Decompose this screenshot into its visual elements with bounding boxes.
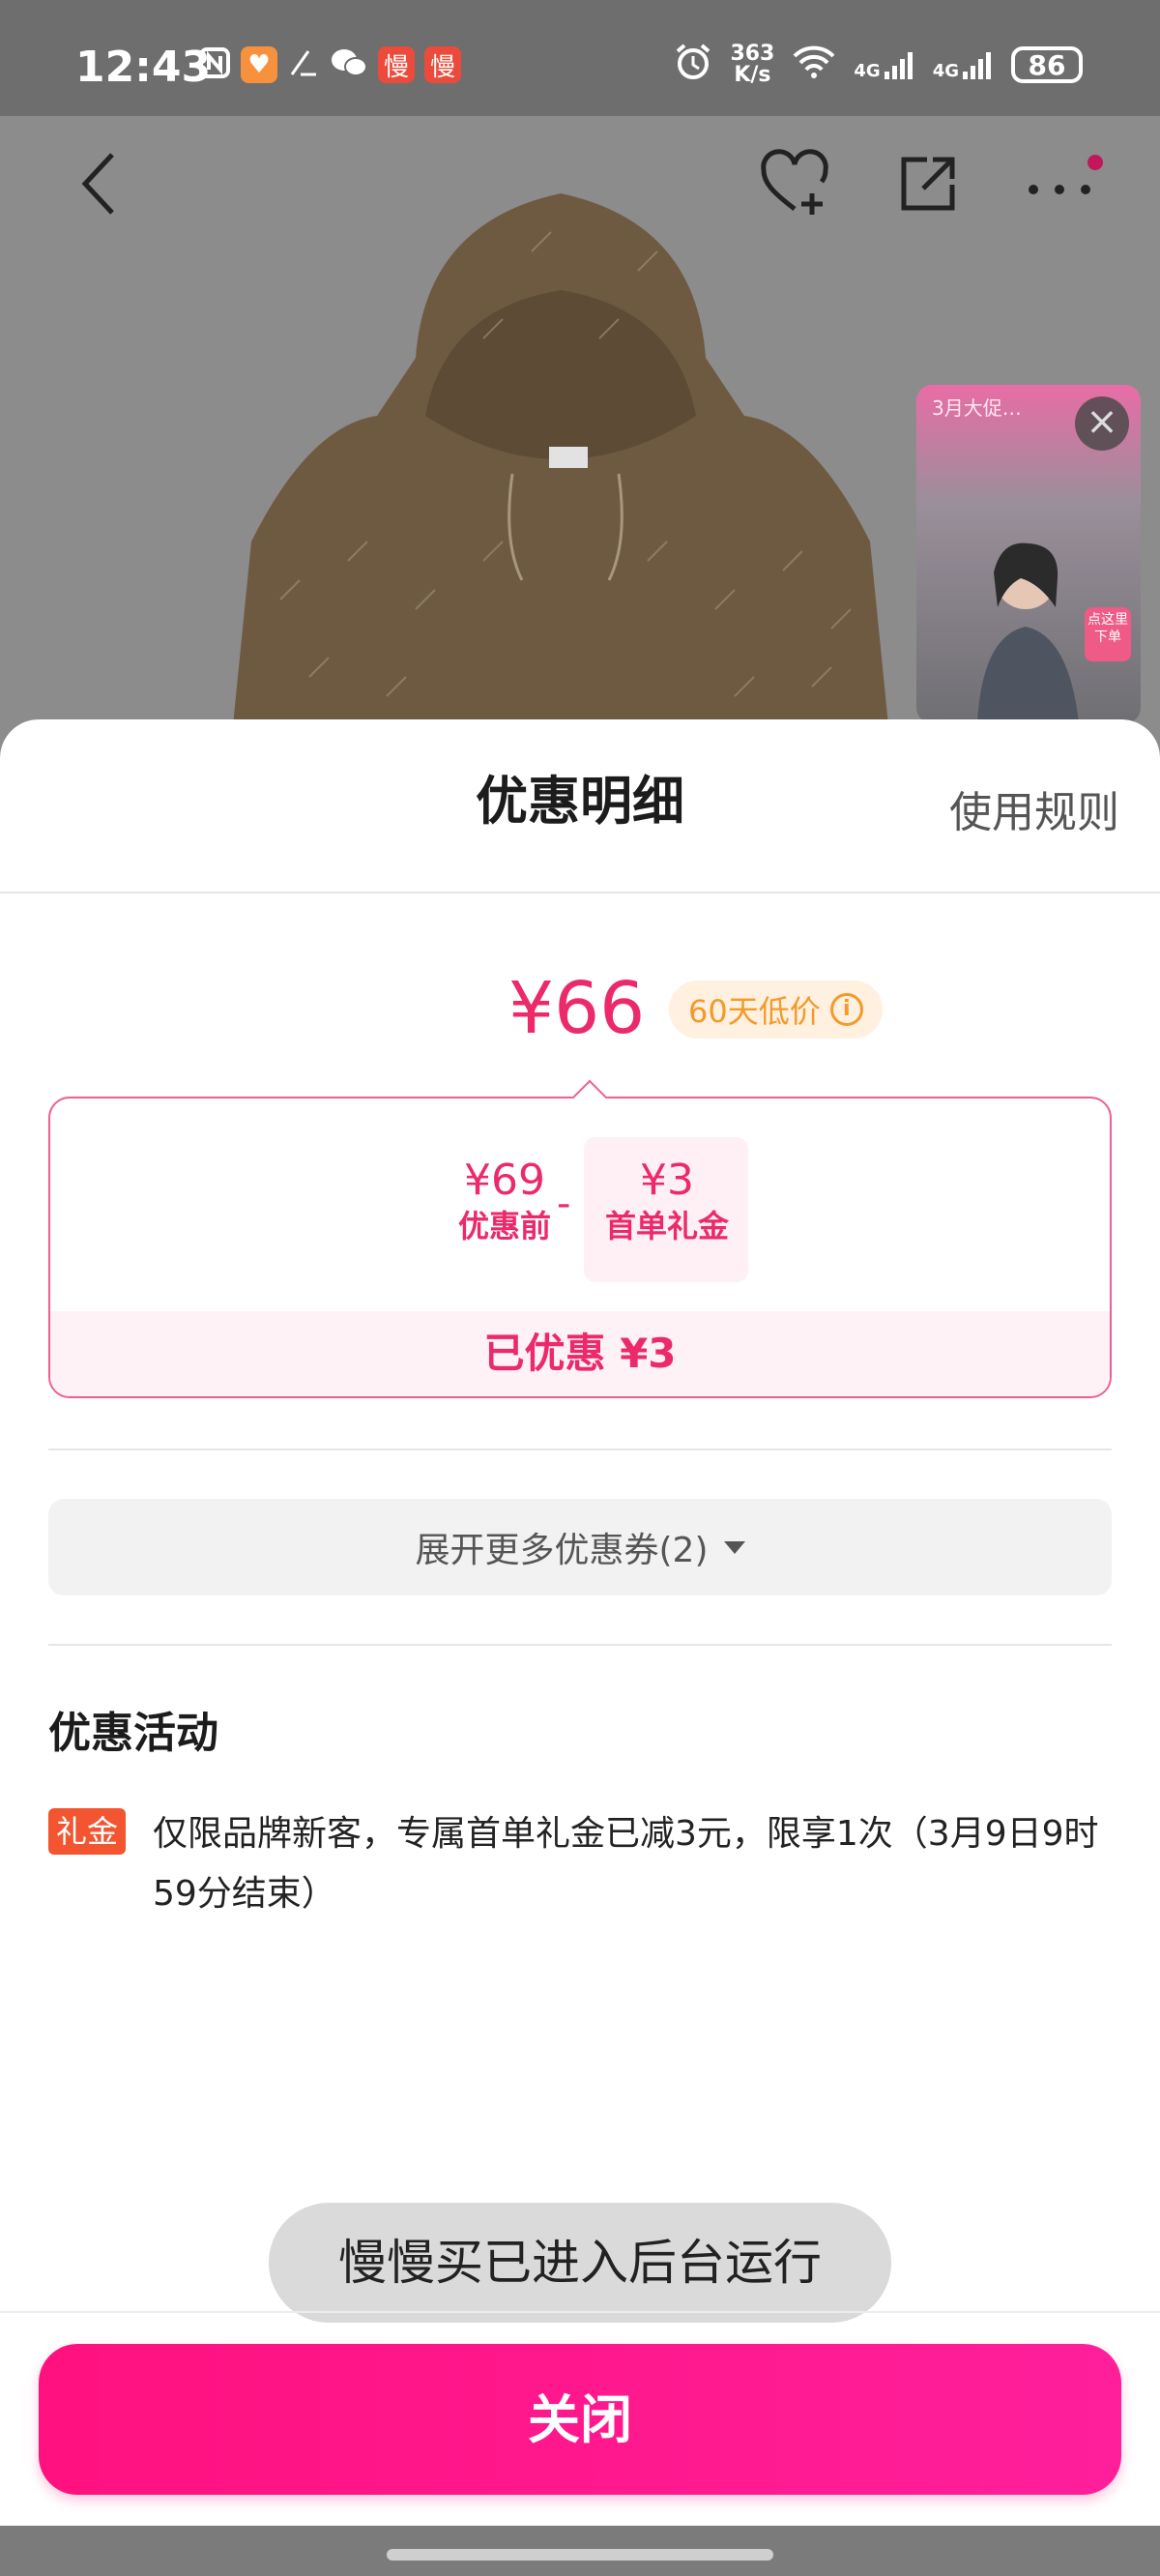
more-dots-icon xyxy=(1029,155,1103,194)
background-run-toast: 慢慢买已进入后台运行 xyxy=(269,2203,891,2323)
back-arrow-icon xyxy=(81,153,114,215)
promotions-section-title: 优惠活动 xyxy=(48,1709,218,1758)
header-divider xyxy=(0,892,1160,893)
expand-more-coupons-label: 展开更多优惠券(2) xyxy=(415,1531,709,1570)
caret-down-icon xyxy=(723,1540,745,1554)
live-card-caption: 3月大促… xyxy=(932,396,1022,420)
gift-label: 首单礼金 xyxy=(604,1208,729,1244)
low-price-badge-label: 60天低价 xyxy=(688,993,821,1030)
back-button[interactable] xyxy=(50,135,147,232)
nfc-icon xyxy=(198,46,231,83)
home-indicator[interactable] xyxy=(387,2549,773,2561)
final-price: ¥66 xyxy=(508,967,646,1050)
saved-amount: 已优惠 ¥3 xyxy=(50,1311,1110,1396)
info-icon: i xyxy=(829,993,863,1026)
system-nav-bar xyxy=(0,2526,1160,2576)
section-divider-1 xyxy=(48,1449,1112,1450)
low-price-badge[interactable]: 60天低价 i xyxy=(669,981,883,1039)
product-page-background: 12:43 ♥ 慢 慢 363 K/s 4G 4G 86 3月大促… × 点这里… xyxy=(0,0,1160,754)
more-button[interactable] xyxy=(1011,135,1108,232)
status-time: 12:43 xyxy=(75,43,212,92)
signal-2-label: 4G xyxy=(932,61,959,81)
section-divider-2 xyxy=(48,1644,1112,1646)
status-system-icons: 363 K/s 4G 4G 86 xyxy=(674,43,1083,87)
close-button[interactable]: 关闭 xyxy=(39,2344,1121,2495)
wifi-icon xyxy=(792,44,836,85)
heart-app-icon: ♥ xyxy=(241,46,277,83)
manmanmai-app-icon: 慢 xyxy=(378,46,415,83)
gift-cash-tag: 礼金 xyxy=(48,1808,127,1855)
live-card-close-button[interactable]: × xyxy=(1075,396,1129,451)
usage-rules-link[interactable]: 使用规则 xyxy=(949,777,1119,839)
signal-1-icon: 4G xyxy=(854,48,914,81)
product-image xyxy=(232,193,889,754)
signal-1-label: 4G xyxy=(854,61,881,81)
expand-more-coupons-button[interactable]: 展开更多优惠券(2) xyxy=(48,1499,1112,1595)
live-order-tag: 点这里下单 xyxy=(1085,607,1131,661)
wechat-icon xyxy=(330,46,368,83)
live-host-image xyxy=(977,542,1079,723)
footer-divider xyxy=(0,2311,1160,2313)
network-speed: 363 K/s xyxy=(730,44,774,86)
final-price-row: ¥66 60天低价 i xyxy=(0,967,1160,1073)
manmanmai-app-icon-2: 慢 xyxy=(424,46,461,83)
alarm-icon xyxy=(674,43,712,87)
first-order-gift-item: ¥3 首单礼金 xyxy=(592,1155,742,1245)
network-speed-unit: K/s xyxy=(734,63,771,87)
status-notification-icons: ♥ 慢 慢 xyxy=(198,46,461,83)
live-stream-card[interactable]: 3月大促… × 点这里下单 xyxy=(916,385,1141,723)
status-bar: 12:43 ♥ 慢 慢 363 K/s 4G 4G 86 xyxy=(0,0,1160,116)
promotion-description: 仅限品牌新客，专属首单礼金已减3元，限享1次（3月9日9时59分结束） xyxy=(153,1814,1099,1914)
pen-icon xyxy=(287,46,320,83)
minus-sign: - xyxy=(557,1182,571,1226)
gift-amount: ¥3 xyxy=(640,1156,694,1205)
network-speed-value: 363 xyxy=(730,42,775,66)
battery-indicator: 86 xyxy=(1011,46,1083,83)
signal-2-icon: 4G xyxy=(933,48,994,81)
price-calculation-box: ¥69 优惠前 - ¥3 首单礼金 已优惠 ¥3 xyxy=(48,1079,1112,1398)
